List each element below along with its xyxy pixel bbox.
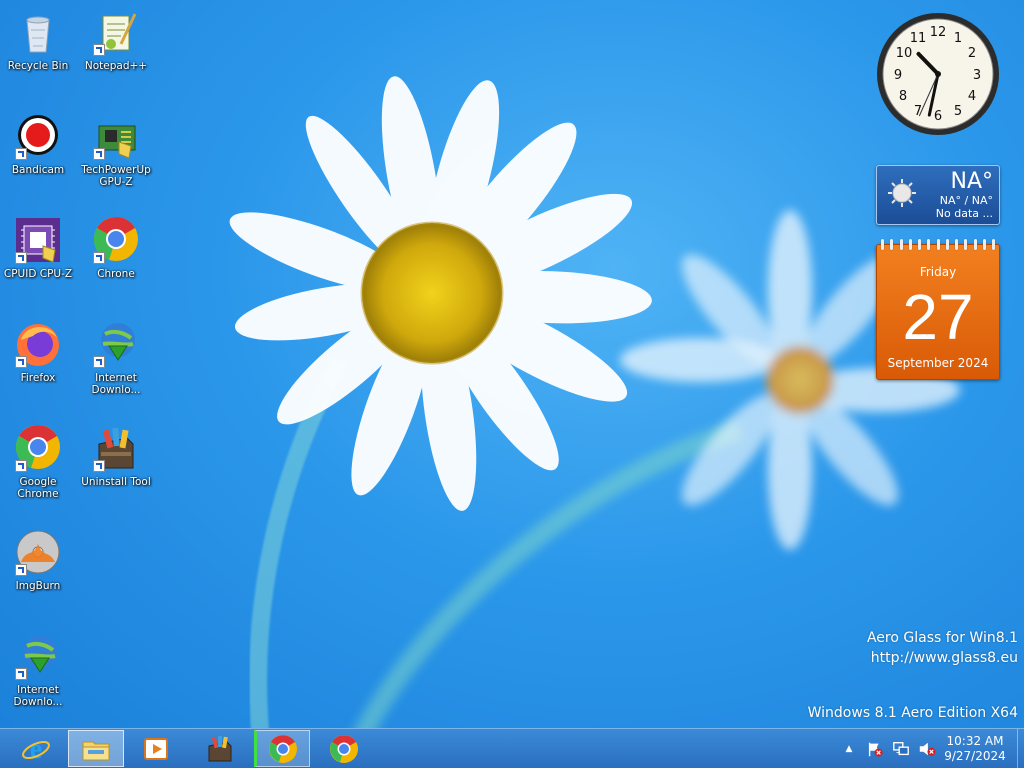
- desktop-icon-label: Notepad++: [84, 60, 148, 72]
- desktop-icon-cpu-z[interactable]: CPUID CPU-Z: [0, 216, 76, 280]
- desktop-icon-label: Uninstall Tool: [81, 476, 151, 488]
- notepad-plus-plus-icon: [91, 8, 141, 58]
- desktop-icon-internet-download-manager[interactable]: Internet Downlo...: [78, 320, 154, 396]
- desktop-icon-notepad-plus-plus[interactable]: Notepad++: [78, 8, 154, 72]
- calendar-gadget[interactable]: Friday 27 September 2024: [876, 239, 1000, 380]
- taskbar-media-player[interactable]: [128, 730, 184, 767]
- taskbar-chrome-2[interactable]: [316, 730, 372, 767]
- desktop-icon-label: TechPowerUp GPU-Z: [81, 164, 151, 188]
- internet-download-manager-icon: [13, 632, 63, 682]
- shortcut-arrow-icon: [15, 460, 27, 472]
- taskbar-date: 9/27/2024: [944, 748, 1006, 763]
- firefox-icon: [13, 320, 63, 370]
- desktop-icon-label: Recycle Bin: [7, 60, 69, 72]
- svg-text:e: e: [30, 734, 42, 764]
- shortcut-arrow-icon: [93, 252, 105, 264]
- desktop-icon-google-chrome[interactable]: Google Chrome: [0, 424, 76, 500]
- weather-gadget[interactable]: NA° NA° / NA° No data ...: [876, 165, 1000, 225]
- shortcut-arrow-icon: [93, 148, 105, 160]
- clock-numeral: 8: [899, 89, 907, 104]
- desktop-icon-label: Internet Downlo...: [13, 684, 63, 708]
- desktop-icon-label: Firefox: [20, 372, 56, 384]
- taskbar-uninstall-tool[interactable]: [192, 730, 248, 767]
- desktop-icon-imgburn[interactable]: ImgBurn: [0, 528, 76, 592]
- desktop-icon-label: Internet Downlo...: [91, 372, 141, 396]
- watermark-line-1: Aero Glass for Win8.1: [866, 630, 1018, 646]
- windows-edition-label: Windows 8.1 Aero Edition X64: [807, 705, 1018, 721]
- show-desktop-button[interactable]: [1017, 729, 1024, 768]
- volume-muted-icon[interactable]: [917, 739, 937, 759]
- clock-numeral: 4: [968, 89, 976, 104]
- uninstall-tool-icon: [208, 735, 232, 761]
- desktop-icon-bandicam[interactable]: Bandicam: [0, 112, 76, 176]
- taskbar-time: 10:32 AM: [946, 733, 1004, 748]
- taskbar: e ▲ 10:32 AM 9/27/2024: [0, 728, 1024, 768]
- desktop-icon-uninstall-tool[interactable]: Uninstall Tool: [78, 424, 154, 488]
- uninstall-tool-icon: [91, 424, 141, 474]
- clock-numeral: 11: [910, 31, 927, 46]
- internet-download-manager-icon: [91, 320, 141, 370]
- internet-explorer-icon: e: [22, 734, 50, 764]
- taskbar-chrome-1[interactable]: [254, 730, 310, 767]
- clock-numeral: 9: [894, 68, 902, 83]
- file-explorer-icon: [82, 741, 110, 760]
- desktop-icon-label: ImgBurn: [15, 580, 61, 592]
- bandicam-icon: [13, 112, 63, 162]
- weather-temperature: NA°: [950, 169, 993, 194]
- shortcut-arrow-icon: [93, 460, 105, 472]
- media-player-icon: [144, 737, 168, 760]
- taskbar-file-explorer[interactable]: [68, 730, 124, 767]
- chrome-icon: [91, 216, 141, 266]
- chrome-icon: [269, 734, 297, 763]
- desktop-icon-internet-download-manager-2[interactable]: Internet Downlo...: [0, 632, 76, 708]
- aero-glass-watermark: Aero Glass for Win8.1 http://www.glass8.…: [867, 630, 1018, 666]
- weather-sun-icon: [888, 179, 916, 207]
- shortcut-arrow-icon: [15, 564, 27, 576]
- gpu-z-icon: [91, 112, 141, 162]
- shortcut-arrow-icon: [15, 252, 27, 264]
- desktop-icon-gpu-z[interactable]: TechPowerUp GPU-Z: [78, 112, 154, 188]
- shortcut-arrow-icon: [15, 148, 27, 160]
- chrome-icon: [330, 734, 358, 763]
- desktop-icon-firefox[interactable]: Firefox: [0, 320, 76, 384]
- desktop-icon-recycle-bin[interactable]: Recycle Bin: [0, 8, 76, 72]
- clock-numeral: 6: [934, 109, 942, 124]
- network-icon[interactable]: [891, 739, 911, 759]
- desktop-icon-label: Google Chrome: [17, 476, 59, 500]
- desktop-icon-chrone[interactable]: Chrone: [78, 216, 154, 280]
- action-center-flag-icon[interactable]: [865, 739, 885, 759]
- clock-numeral: 5: [954, 104, 962, 119]
- shortcut-arrow-icon: [15, 668, 27, 680]
- taskbar-clock[interactable]: 10:32 AM 9/27/2024: [943, 734, 1007, 764]
- clock-numeral: 12: [930, 25, 947, 40]
- shortcut-arrow-icon: [93, 44, 105, 56]
- shortcut-arrow-icon: [93, 356, 105, 368]
- desktop-icon-label: Chrone: [97, 268, 135, 280]
- imgburn-icon: [13, 528, 63, 578]
- clock-numeral: 3: [973, 68, 981, 83]
- desktop-icon-label: CPUID CPU-Z: [3, 268, 73, 280]
- weather-status: No data ...: [935, 207, 993, 220]
- calendar-weekday: Friday: [919, 265, 957, 279]
- clock-numeral: 2: [968, 46, 976, 61]
- chrome-icon: [13, 424, 63, 474]
- calendar-month-year: September 2024: [887, 356, 989, 370]
- clock-numeral: 10: [896, 46, 913, 61]
- weather-range: NA° / NA°: [939, 194, 993, 207]
- tray-overflow-chevron-up-icon[interactable]: ▲: [839, 739, 859, 759]
- cpu-z-icon: [13, 216, 63, 266]
- system-tray: ▲ 10:32 AM 9/27/2024: [839, 729, 1024, 768]
- shortcut-arrow-icon: [15, 356, 27, 368]
- calendar-day: 27: [902, 281, 974, 353]
- calendar-binder-rings: [881, 239, 995, 251]
- recycle-bin-icon: [13, 8, 63, 58]
- watermark-line-2: http://www.glass8.eu: [870, 650, 1018, 666]
- clock-gadget[interactable]: 12 1 2 3 4 5 6 7 8 9 10 11: [876, 12, 1000, 136]
- desktop-icon-label: Bandicam: [11, 164, 65, 176]
- taskbar-internet-explorer[interactable]: e: [8, 730, 64, 767]
- clock-numeral: 1: [954, 31, 962, 46]
